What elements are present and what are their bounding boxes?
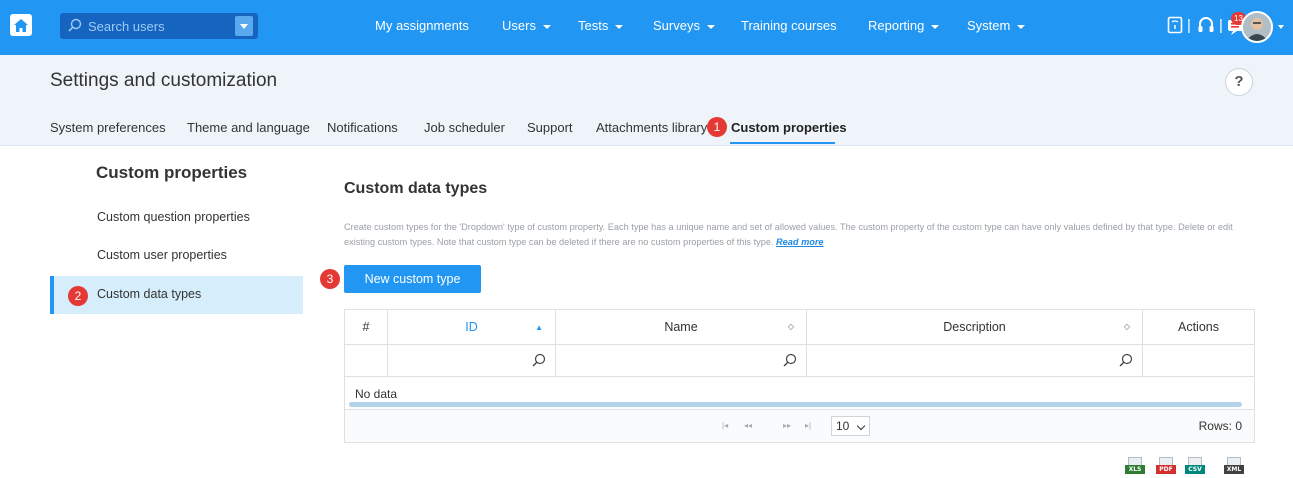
sidebar-title: Custom properties (96, 163, 248, 182)
table-pager: |◂ ◂◂ ▸▸ ▸| 10 Rows: 0 (345, 409, 1254, 442)
new-custom-type-button[interactable]: New custom type (344, 265, 481, 293)
home-icon[interactable] (10, 14, 32, 36)
horizontal-scrollbar[interactable] (349, 402, 1242, 407)
filter-id-input[interactable] (388, 345, 556, 377)
tab-attachments-library[interactable]: Attachments library (596, 120, 707, 135)
account-dropdown-caret-icon[interactable] (1278, 25, 1284, 29)
chevron-down-icon (856, 421, 866, 431)
sidebar-item-label: Custom data types (97, 287, 202, 301)
nav-reporting[interactable]: Reporting (868, 18, 940, 33)
manual-book-icon[interactable] (1167, 16, 1183, 34)
step-marker-2: 2 (68, 286, 88, 306)
first-page-icon[interactable]: |◂ (722, 421, 728, 430)
export-format-label: CSV (1185, 465, 1205, 474)
user-avatar[interactable] (1241, 11, 1273, 43)
sidebar-item-custom-question-properties[interactable]: Custom question properties (50, 199, 303, 237)
empty-table-message: No data (355, 387, 398, 401)
column-header-actions: Actions (1143, 310, 1254, 344)
sort-toggle-icon: ◇ (1123, 322, 1130, 331)
nav-surveys[interactable]: Surveys (653, 18, 715, 33)
separator: | (1187, 17, 1191, 34)
tab-system-preferences[interactable]: System preferences (50, 120, 166, 135)
export-format-label: XLS (1125, 465, 1145, 474)
filter-cell-actions (1143, 345, 1254, 377)
filter-search-icon (783, 353, 797, 367)
filter-search-icon (1119, 353, 1133, 367)
column-header-label: # (362, 320, 370, 334)
nav-training-courses[interactable]: Training courses (741, 18, 837, 33)
search-icon (68, 18, 82, 32)
section-title: Custom data types (344, 180, 488, 197)
last-page-icon[interactable]: ▸| (805, 421, 811, 430)
nav-label: My assignments (375, 18, 469, 33)
nav-label: Training courses (741, 18, 837, 33)
headset-support-icon[interactable] (1197, 16, 1215, 34)
column-header-id[interactable]: ID ▲ (388, 310, 556, 344)
search-scope-dropdown[interactable] (235, 16, 253, 36)
nav-label: Tests (578, 18, 609, 33)
caret-down-icon (1017, 24, 1026, 29)
page-size-value: 10 (836, 419, 850, 433)
active-tab-indicator (730, 142, 835, 144)
nav-my-assignments[interactable]: My assignments (375, 18, 469, 33)
tab-custom-properties[interactable]: Custom properties (731, 120, 847, 135)
section-description: Create custom types for the 'Dropdown' t… (344, 220, 1259, 250)
page-title: Settings and customization (50, 70, 278, 91)
column-header-description[interactable]: Description ◇ (807, 310, 1143, 344)
help-button[interactable]: ? (1225, 68, 1253, 96)
filter-cell-number (345, 345, 388, 377)
separator: | (1219, 17, 1223, 34)
export-format-label: XML (1224, 465, 1244, 474)
filter-search-icon (532, 353, 546, 367)
export-xml-icon[interactable]: XML (1224, 457, 1244, 475)
column-header-label: Name (664, 320, 698, 334)
step-marker-1: 1 (707, 117, 727, 137)
nav-tests[interactable]: Tests (578, 18, 624, 33)
export-xls-icon[interactable]: XLS (1125, 457, 1145, 475)
tab-support[interactable]: Support (527, 120, 573, 135)
nav-label: Users (502, 18, 536, 33)
custom-types-table: # ID ▲ Name ◇ Description ◇ Actions No d… (344, 309, 1255, 443)
nav-label: System (967, 18, 1011, 33)
export-csv-icon[interactable]: CSV (1185, 457, 1205, 475)
read-more-link[interactable]: Read more (776, 237, 824, 247)
export-format-label: PDF (1156, 465, 1176, 474)
tab-theme-and-language[interactable]: Theme and language (187, 120, 310, 135)
tab-job-scheduler[interactable]: Job scheduler (424, 120, 505, 135)
page-header: Settings and customization ? System pref… (0, 55, 1293, 146)
step-marker-3: 3 (320, 269, 340, 289)
column-header-label: ID (465, 320, 478, 334)
caret-down-icon (615, 24, 624, 29)
next-page-icon[interactable]: ▸▸ (783, 421, 791, 430)
caret-down-icon (542, 24, 551, 29)
top-navigation-bar: My assignments Users Tests Surveys Train… (0, 0, 1293, 55)
column-header-name[interactable]: Name ◇ (556, 310, 807, 344)
filter-row (345, 344, 1254, 377)
sidebar-item-label: Custom user properties (97, 248, 227, 262)
nav-label: Surveys (653, 18, 700, 33)
column-header-label: Actions (1178, 320, 1219, 334)
nav-users[interactable]: Users (502, 18, 551, 33)
previous-page-icon[interactable]: ◂◂ (744, 421, 752, 430)
column-header-label: Description (943, 320, 1006, 334)
filter-description-input[interactable] (807, 345, 1143, 377)
sort-ascending-icon: ▲ (535, 323, 543, 332)
sort-toggle-icon: ◇ (787, 322, 794, 331)
filter-name-input[interactable] (556, 345, 807, 377)
row-count: Rows: 0 (1198, 419, 1242, 433)
search-users-field[interactable] (60, 13, 258, 39)
column-header-number[interactable]: # (345, 310, 388, 344)
caret-down-icon (931, 24, 940, 29)
sidebar-item-custom-user-properties[interactable]: Custom user properties (50, 237, 303, 275)
caret-down-icon (706, 24, 715, 29)
sidebar-item-label: Custom question properties (97, 210, 250, 224)
tab-notifications[interactable]: Notifications (327, 120, 398, 135)
page-size-select[interactable]: 10 (831, 416, 870, 436)
export-pdf-icon[interactable]: PDF (1156, 457, 1176, 475)
nav-system[interactable]: System (967, 18, 1026, 33)
nav-label: Reporting (868, 18, 925, 33)
search-input[interactable] (88, 16, 228, 36)
